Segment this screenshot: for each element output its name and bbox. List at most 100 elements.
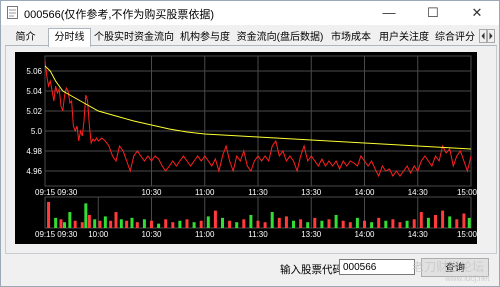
volume-bar	[441, 210, 445, 228]
volume-x-tick-label: 10:30	[141, 230, 162, 239]
volume-bar	[63, 222, 67, 228]
y-tick-label: 5.0	[31, 127, 43, 136]
intraday-chart: 5.06 5.04 5.02 5.0 4.98 4.96 09:15 09:30 10:30 1…	[15, 52, 477, 244]
close-button[interactable]: ✕	[455, 1, 499, 25]
volume-bar	[103, 216, 107, 228]
volume-bar	[370, 222, 374, 228]
stock-code-label: 输入股票代码:	[280, 264, 346, 276]
volume-bar	[249, 214, 253, 228]
volume-x-tick-label: 11:00	[195, 230, 215, 239]
volume-bar	[73, 220, 77, 228]
volume-bar	[341, 220, 345, 228]
volume-x-tick-label: 15:00	[457, 230, 477, 239]
tab-intro[interactable]: 简介	[7, 30, 44, 45]
volume-bar	[178, 220, 182, 228]
volume-bar	[462, 213, 466, 228]
volume-bar	[320, 220, 324, 228]
volume-bar	[455, 219, 459, 228]
volume-bar	[412, 219, 416, 228]
volume-bar	[467, 217, 471, 228]
volume-bar	[434, 214, 437, 228]
tab-overall-score[interactable]: 综合评分	[433, 30, 477, 45]
volume-x-tick-label: 13:30	[301, 230, 322, 239]
tab-institutional-participation[interactable]: 机构参与度	[177, 30, 233, 45]
volume-bar	[119, 219, 123, 228]
volume-x-tick-label: 14:00	[354, 230, 375, 239]
tab-scroll-arrows[interactable]	[479, 29, 495, 43]
y-tick-label: 5.04	[26, 87, 42, 96]
volume-bar	[109, 220, 113, 228]
volume-bar	[263, 222, 267, 228]
volume-x-tick-label: 09:15 09:30	[35, 230, 78, 239]
volume-bar	[419, 212, 423, 228]
volume-bar	[157, 223, 161, 228]
volume-bar	[426, 217, 430, 228]
volume-bar	[54, 217, 58, 228]
volume-bar	[206, 216, 210, 228]
maximize-button[interactable]: ☐	[411, 1, 455, 25]
volume-bar	[313, 217, 317, 228]
y-tick-label: 5.02	[26, 107, 42, 116]
window-title: 000566(仅作参考,不作为购买股票依据)	[24, 9, 215, 21]
title-bar: 000566(仅作参考,不作为购买股票依据) — ☐ ✕	[1, 1, 499, 25]
volume-bar	[384, 220, 388, 228]
volume-x-tick-label: 14:30	[408, 230, 429, 239]
volume-bar	[348, 222, 352, 228]
volume-bar	[135, 222, 139, 228]
volume-bar	[47, 201, 51, 228]
volume-bar	[171, 222, 175, 228]
volume-x-tick-label: 11:30	[248, 230, 268, 239]
x-tick-label: 11:00	[195, 188, 215, 197]
volume-bar	[363, 220, 366, 228]
app-icon	[7, 6, 18, 19]
volume-bar	[87, 214, 91, 228]
tab-bar: 简介 分时线 个股实时资金流向 机构参与度 资金流向(盘后数据) 市场成本 用户…	[5, 28, 497, 47]
volume-bar	[221, 217, 224, 228]
x-tick-label: 13:30	[301, 188, 322, 197]
x-tick-label: 10:30	[141, 188, 162, 197]
volume-bar	[164, 219, 168, 228]
volume-bar	[355, 217, 359, 228]
volume-bar	[306, 222, 310, 228]
x-tick-label: 14:00	[354, 188, 375, 197]
tab-fund-flow-after-hours[interactable]: 资金流向(盘后数据)	[235, 30, 325, 45]
volume-bar	[242, 219, 246, 228]
tab-intraday[interactable]: 分时线	[48, 28, 91, 47]
volume-x-tick-label: 10:00	[88, 230, 109, 239]
y-tick-label: 4.96	[26, 167, 42, 176]
volume-bar	[334, 214, 338, 228]
volume-bar	[185, 219, 189, 228]
volume-bar	[93, 219, 97, 228]
watermark: 老刀财经论坛	[412, 260, 485, 274]
tab-realtime-fund-flow[interactable]: 个股实时资金流向	[93, 30, 175, 45]
volume-bar	[270, 212, 274, 228]
y-tick-label: 4.98	[26, 147, 42, 156]
volume-bar	[68, 212, 72, 228]
volume-bar	[199, 220, 203, 228]
app-window: 000566(仅作参考,不作为购买股票依据) — ☐ ✕ 简介 分时线 个股实时…	[0, 0, 500, 287]
volume-bar	[192, 222, 196, 228]
volume-bar	[277, 217, 281, 228]
volume-bar	[228, 220, 232, 228]
tab-market-cost[interactable]: 市场成本	[327, 30, 375, 45]
volume-bar	[59, 219, 63, 228]
volume-bar	[391, 219, 395, 228]
volume-bar	[327, 219, 331, 228]
x-tick-label: 14:30	[408, 188, 429, 197]
volume-bar	[80, 222, 84, 228]
volume-bar	[235, 222, 239, 228]
volume-bar	[114, 212, 118, 228]
volume-bar	[398, 222, 402, 228]
volume-bar	[84, 203, 88, 228]
stock-code-input[interactable]	[339, 259, 415, 275]
y-tick-label: 5.06	[26, 67, 42, 76]
minimize-button[interactable]: —	[367, 1, 411, 25]
volume-bar	[448, 216, 452, 228]
volume-bar	[292, 220, 295, 228]
volume-bar	[125, 220, 129, 228]
x-tick-label: 11:30	[248, 188, 268, 197]
volume-bar	[130, 217, 134, 228]
tab-user-attention[interactable]: 用户关注度	[377, 30, 431, 45]
x-tick-label: 09:15 09:30	[35, 188, 78, 197]
watermark-url: www.ldcj.net	[445, 274, 490, 283]
